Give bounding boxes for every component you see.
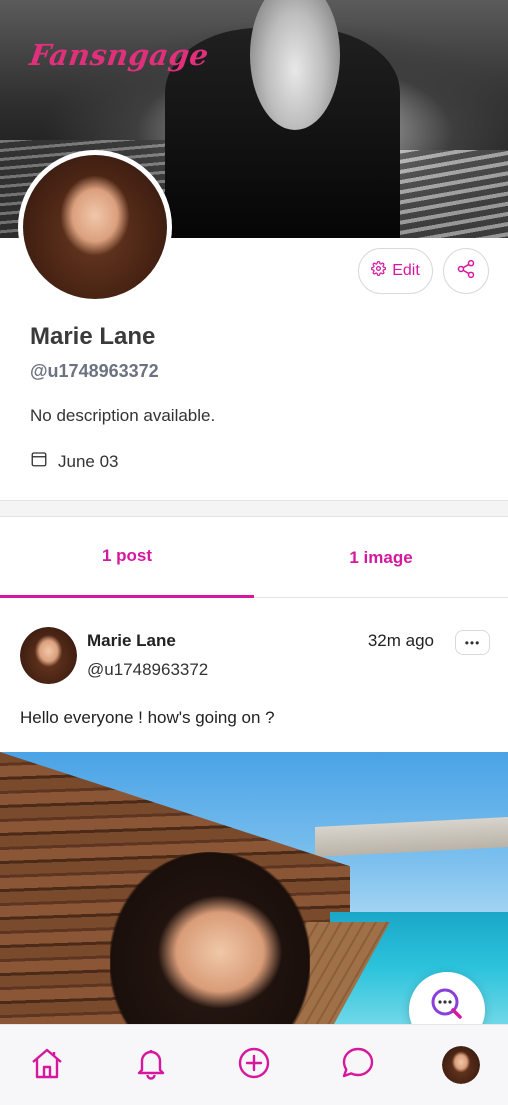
- bell-icon: [134, 1046, 168, 1085]
- plus-circle-icon: [237, 1046, 271, 1085]
- profile-tabs: 1 post 1 image: [0, 517, 508, 598]
- joined-date: June 03: [30, 450, 119, 473]
- post-author-handle: @u1748963372: [87, 660, 209, 679]
- profile-handle: @u1748963372: [30, 361, 159, 381]
- section-divider: [0, 500, 508, 517]
- home-icon: [29, 1045, 65, 1086]
- post-more-button[interactable]: •••: [455, 630, 490, 655]
- nav-home[interactable]: [27, 1045, 67, 1085]
- post-author-name[interactable]: Marie Lane: [87, 631, 176, 651]
- nav-messages[interactable]: [338, 1045, 378, 1085]
- chat-search-icon: [429, 986, 465, 1027]
- profile-avatar[interactable]: [18, 150, 172, 304]
- nav-notifications[interactable]: [131, 1045, 171, 1085]
- brand-logo[interactable]: Fansngage: [28, 38, 211, 72]
- profile-description: No description available.: [30, 406, 216, 425]
- nav-create[interactable]: [234, 1045, 274, 1085]
- joined-date-label: June 03: [58, 451, 119, 471]
- calendar-icon: [30, 450, 48, 473]
- edit-label: Edit: [392, 262, 420, 279]
- bottom-navigation: [0, 1024, 508, 1105]
- post-timestamp: 32m ago: [367, 631, 434, 650]
- nav-profile-avatar[interactable]: [442, 1046, 480, 1084]
- chat-icon: [340, 1045, 376, 1086]
- edit-profile-button[interactable]: Edit: [358, 248, 433, 294]
- profile-name: Marie Lane: [30, 323, 156, 350]
- tab-images[interactable]: 1 image: [254, 517, 508, 598]
- tab-posts[interactable]: 1 post: [0, 517, 254, 598]
- post-text: Hello everyone ! how's going on ?: [20, 708, 275, 727]
- post-header: Marie Lane @u1748963372 32m ago •••: [20, 627, 490, 687]
- share-button[interactable]: [443, 248, 489, 294]
- share-icon: [456, 259, 476, 284]
- gear-icon: [371, 261, 387, 281]
- post-author-avatar[interactable]: [20, 627, 77, 684]
